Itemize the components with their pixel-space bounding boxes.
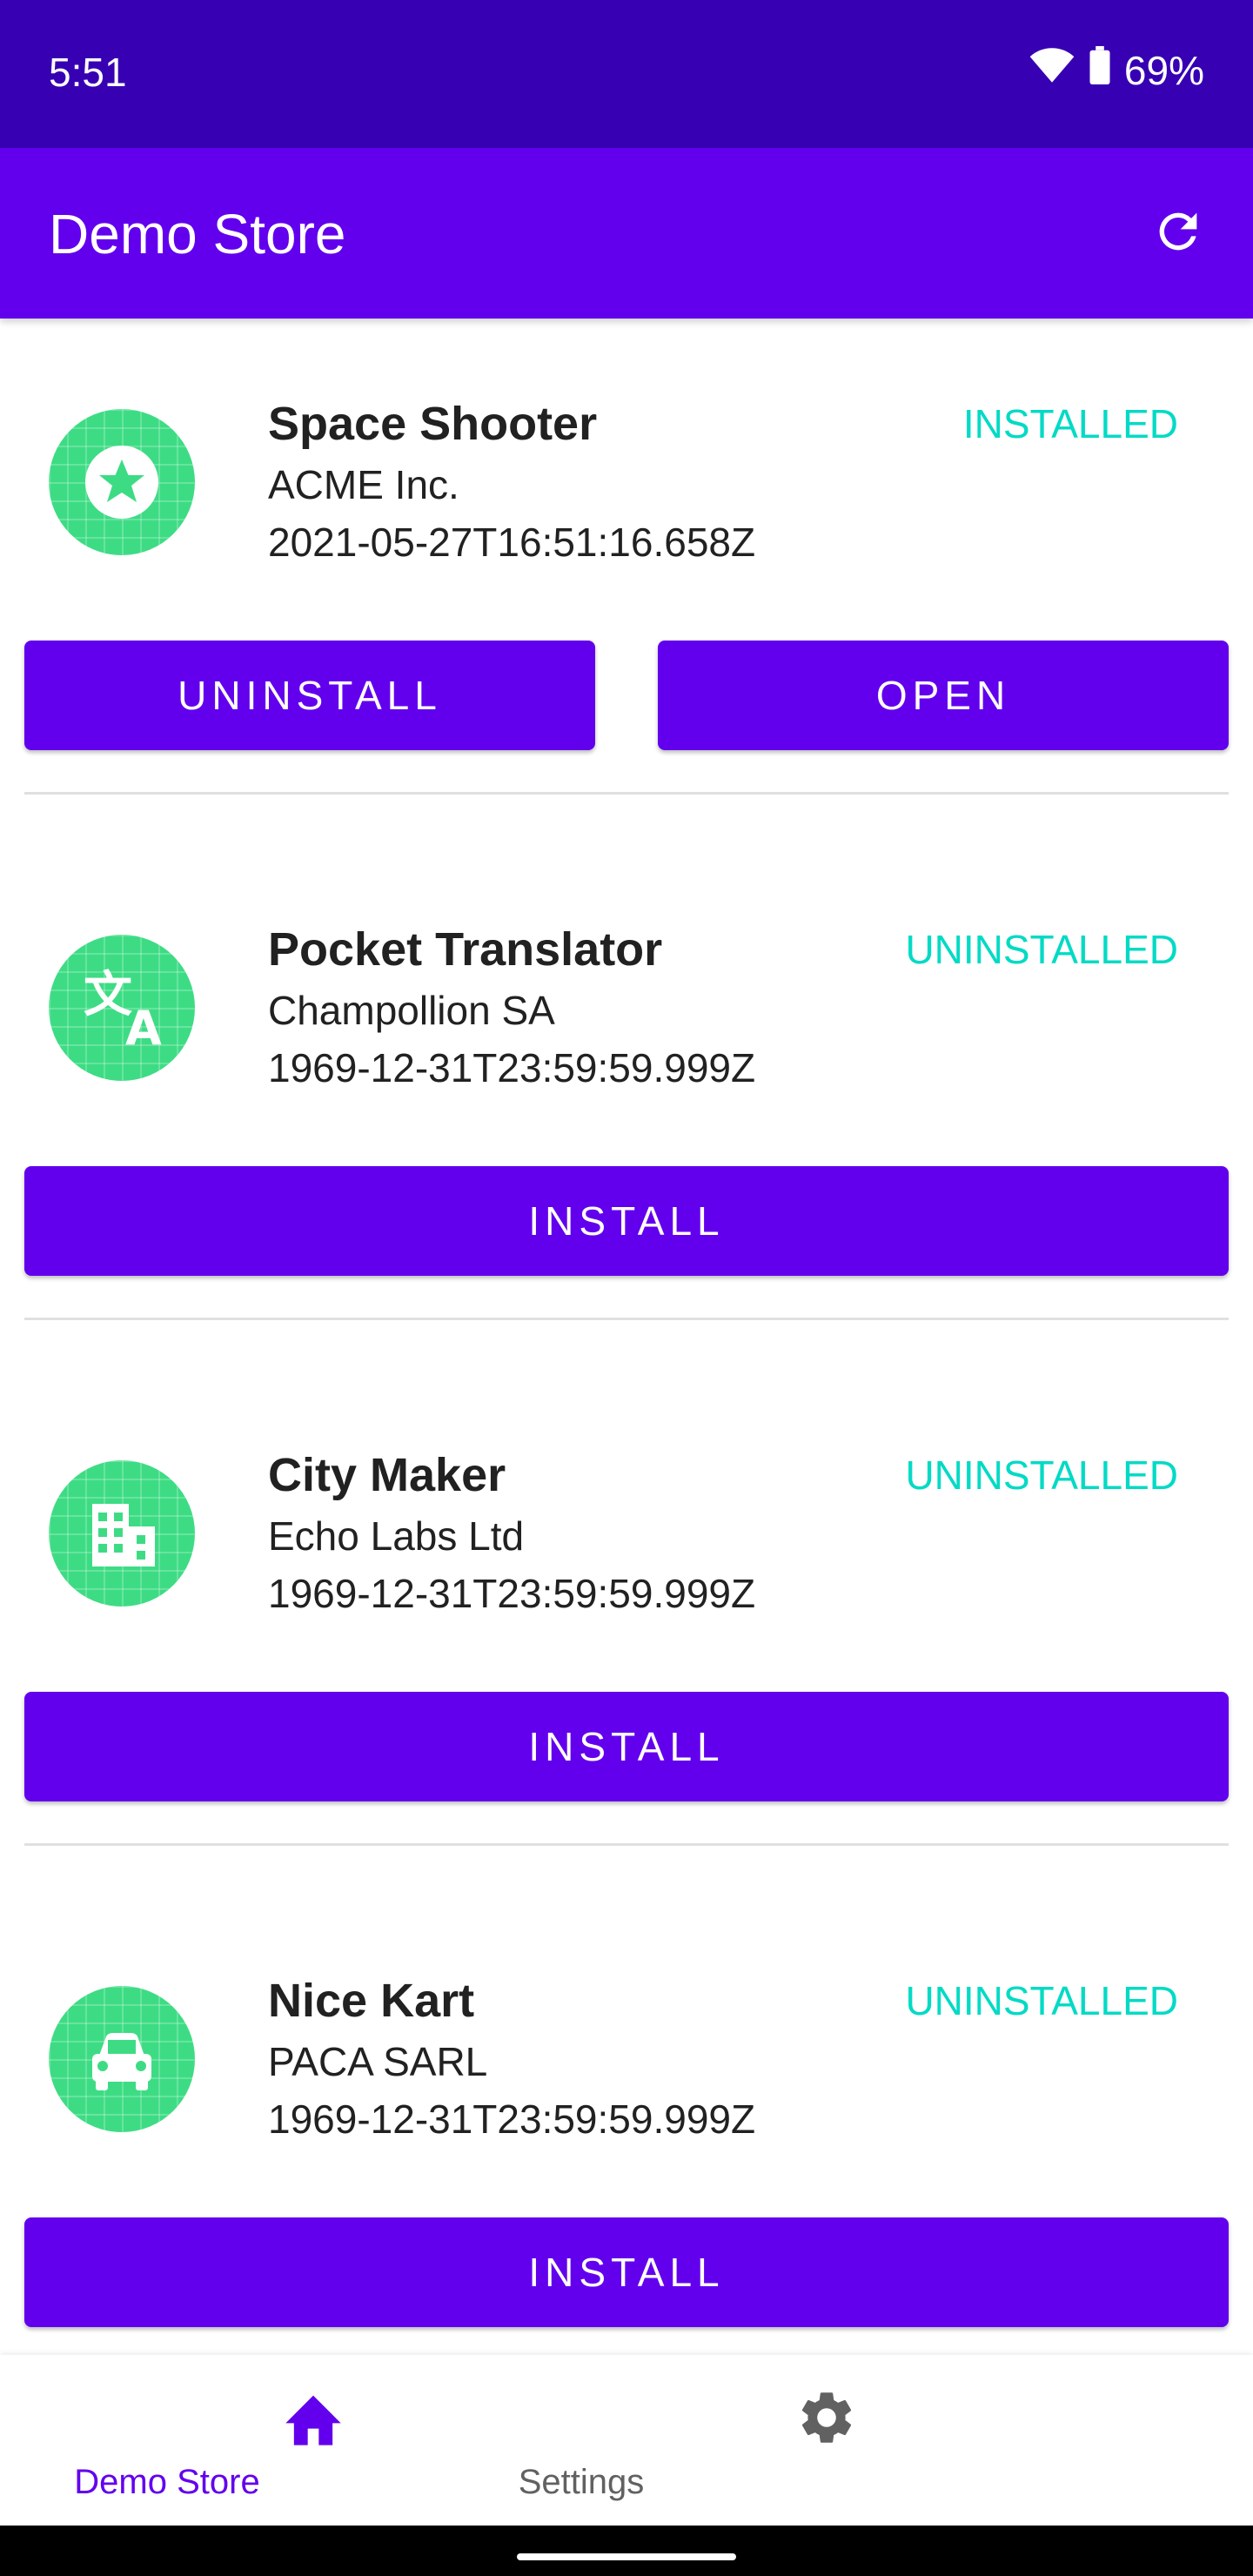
app-title: Demo Store bbox=[49, 203, 346, 265]
app-developer: Champollion SA bbox=[268, 988, 555, 1033]
divider bbox=[24, 1318, 1229, 1320]
app-developer: ACME Inc. bbox=[268, 462, 459, 507]
app-bar: Demo Store bbox=[0, 148, 1253, 319]
app-date: 1969-12-31T23:59:59.999Z bbox=[268, 2096, 756, 2142]
app-card: City Maker Echo Labs Ltd 1969-12-31T23:5… bbox=[0, 1370, 1253, 1895]
install-button[interactable]: INSTALL bbox=[24, 1692, 1229, 1801]
refresh-button[interactable] bbox=[1147, 202, 1209, 265]
nav-label: Settings bbox=[518, 2463, 645, 2501]
bottom-navigation: Demo Store Settings bbox=[0, 2355, 1253, 2526]
wifi-icon bbox=[1029, 46, 1075, 94]
app-developer: Echo Labs Ltd bbox=[268, 1513, 525, 1559]
car-icon bbox=[49, 1986, 195, 2132]
status-bar: 5:51 69% bbox=[0, 0, 1253, 148]
refresh-icon bbox=[1150, 204, 1206, 264]
app-name: Pocket Translator bbox=[268, 923, 663, 976]
svg-text:A: A bbox=[125, 1001, 162, 1056]
app-card: Space Shooter ACME Inc. 2021-05-27T16:51… bbox=[0, 319, 1253, 844]
home-icon bbox=[280, 2386, 346, 2453]
app-name: Nice Kart bbox=[268, 1975, 475, 2027]
install-status: UNINSTALLED bbox=[905, 927, 1178, 972]
app-name: Space Shooter bbox=[268, 398, 598, 450]
install-status: UNINSTALLED bbox=[905, 1978, 1178, 2023]
star-badge-icon bbox=[49, 409, 195, 555]
install-button[interactable]: INSTALL bbox=[24, 2217, 1229, 2327]
app-date: 2021-05-27T16:51:16.658Z bbox=[268, 520, 756, 565]
app-name: City Maker bbox=[268, 1449, 506, 1501]
divider bbox=[24, 792, 1229, 795]
app-developer: PACA SARL bbox=[268, 2039, 488, 2084]
install-status: INSTALLED bbox=[962, 401, 1178, 446]
gesture-handle[interactable] bbox=[517, 2553, 736, 2560]
city-icon bbox=[49, 1460, 195, 1607]
app-card: Nice Kart PACA SARL 1969-12-31T23:59:59.… bbox=[0, 1895, 1253, 2421]
nav-item-settings[interactable]: Settings bbox=[519, 2355, 1197, 2526]
battery-percent: 69% bbox=[1123, 47, 1204, 93]
app-date: 1969-12-31T23:59:59.999Z bbox=[268, 1045, 756, 1090]
open-button[interactable]: OPEN bbox=[658, 641, 1229, 750]
status-icons: 69% bbox=[1029, 45, 1204, 95]
install-button[interactable]: INSTALL bbox=[24, 1166, 1229, 1276]
translate-icon: 文 A bbox=[49, 935, 195, 1081]
status-time: 5:51 bbox=[49, 50, 127, 95]
app-card: 文 A Pocket Translator Champollion SA 196… bbox=[0, 844, 1253, 1370]
uninstall-button[interactable]: UNINSTALL bbox=[24, 641, 595, 750]
divider bbox=[24, 1843, 1229, 1846]
app-date: 1969-12-31T23:59:59.999Z bbox=[268, 1571, 756, 1616]
app-list: Space Shooter ACME Inc. 2021-05-27T16:51… bbox=[0, 319, 1253, 2421]
gear-icon bbox=[795, 2386, 858, 2453]
install-status: UNINSTALLED bbox=[905, 1452, 1178, 1498]
battery-icon bbox=[1088, 45, 1112, 95]
gesture-navigation-bar bbox=[0, 2526, 1253, 2576]
